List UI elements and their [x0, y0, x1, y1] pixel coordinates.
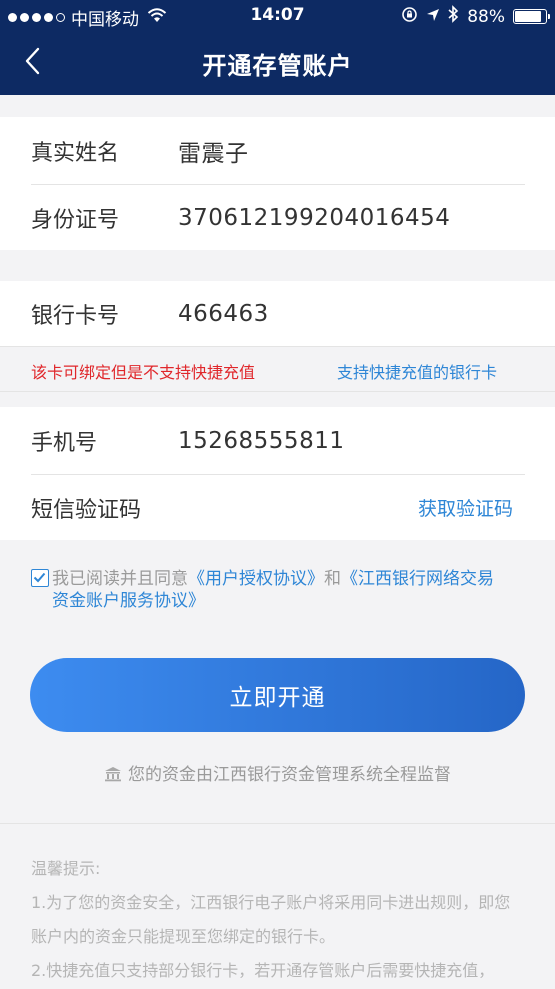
agreement-and: 和: [324, 569, 341, 589]
open-account-button[interactable]: 立即开通: [30, 658, 525, 732]
quick-pay-warning: 该卡可绑定但是不支持快捷充值: [31, 363, 256, 382]
real-name-value: 雷震子: [178, 140, 249, 167]
tips-title: 温馨提示:: [31, 859, 101, 878]
bank-card-row[interactable]: 银行卡号 466463: [0, 281, 555, 347]
tips-line-1: 1.为了您的资金安全，江西银行电子账户将采用同卡进出规则，即您: [31, 893, 511, 912]
tips-line-2: 账户内的资金只能提现至您绑定的银行卡。: [31, 927, 336, 946]
phone-input[interactable]: 15268555811: [178, 428, 344, 454]
page-title: 开通存管账户: [202, 52, 353, 80]
battery-percent: 88%: [467, 6, 505, 27]
tips-line-3: 2.快捷充值只支持部分银行卡，若开通存管账户后需要快捷充值，: [31, 961, 495, 980]
check-icon: [33, 572, 46, 583]
bank-card-note: 该卡可绑定但是不支持快捷充值 支持快捷充值的银行卡: [0, 346, 555, 392]
agreement-text: 我已阅读并且同意: [52, 569, 188, 589]
status-bar: 中国移动 14:07 88%: [0, 0, 555, 32]
bank-card-label: 银行卡号: [31, 304, 120, 329]
user-auth-agreement-link[interactable]: 《用户授权协议》: [188, 569, 324, 589]
sms-code-label: 短信验证码: [31, 497, 142, 523]
id-number-value: 370612199204016454: [178, 204, 451, 231]
agreement-checkbox[interactable]: [31, 569, 49, 587]
bank-icon: [104, 766, 122, 787]
real-name-label: 真实姓名: [31, 140, 120, 166]
bank-card-section: 银行卡号 466463: [0, 281, 555, 347]
supported-banks-link[interactable]: 支持快捷充值的银行卡: [337, 359, 497, 383]
tips-section: 温馨提示: 1.为了您的资金安全，江西银行电子账户将采用同卡进出规则，即您 账户…: [31, 852, 526, 988]
bluetooth-icon: [448, 5, 459, 28]
phone-row[interactable]: 手机号 15268555811: [0, 407, 555, 474]
sms-code-row[interactable]: 短信验证码 获取验证码: [0, 474, 555, 541]
id-number-row: 身份证号 370612199204016454: [0, 184, 555, 251]
phone-label: 手机号: [31, 430, 98, 456]
phone-section: 手机号 15268555811 短信验证码 获取验证码: [0, 407, 555, 540]
rotation-lock-icon: [401, 6, 418, 28]
real-name-row: 真实姓名 雷震子: [0, 117, 555, 184]
location-icon: [426, 7, 440, 27]
bank-account-agreement-link[interactable]: 《江西银行网络交易: [341, 569, 494, 589]
bank-card-input[interactable]: 466463: [178, 301, 269, 327]
app-header: 中国移动 14:07 88% 开通存管账户: [0, 0, 555, 95]
supervision-text: 您的资金由江西银行资金管理系统全程监督: [128, 765, 451, 785]
agreement: 我已阅读并且同意《用户授权协议》和《江西银行网络交易 资金账户服务协议》: [31, 568, 531, 612]
identity-section: 真实姓名 雷震子 身份证号 370612199204016454: [0, 117, 555, 250]
bank-account-agreement-link-cont[interactable]: 资金账户服务协议》: [31, 590, 531, 612]
battery-icon: [513, 9, 550, 24]
divider: [0, 823, 555, 824]
id-number-label: 身份证号: [31, 207, 120, 233]
get-code-button[interactable]: 获取验证码: [418, 494, 513, 521]
supervision-note: 您的资金由江西银行资金管理系统全程监督: [0, 760, 555, 787]
